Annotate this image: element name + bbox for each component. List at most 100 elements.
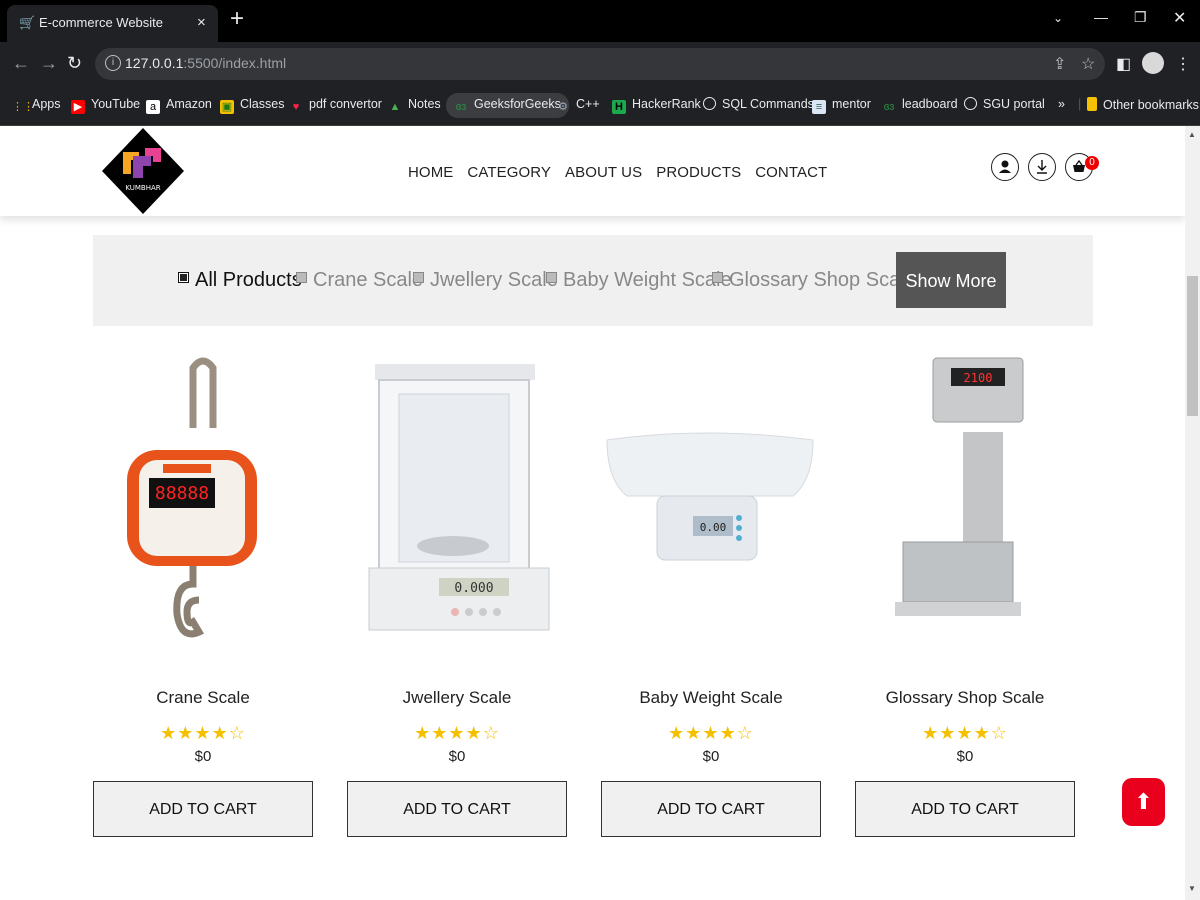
other-bookmarks[interactable]: Other bookmarks [1087,97,1199,112]
bookmark-youtube[interactable]: ▶ YouTube [71,97,140,114]
product-price: $0 [448,748,466,765]
gfg-icon: ɞɜ [455,101,467,113]
filter-all-products[interactable]: All Products [178,269,302,292]
cart-favicon-icon: 🛒 [19,15,36,30]
classes-icon: ▣ [220,100,234,114]
rating-stars: ★★★★☆ [922,723,1008,743]
site-info-icon[interactable]: i [105,55,121,71]
filter-jwellery-scale[interactable]: Jwellery Scale [413,269,558,292]
show-more-button[interactable]: Show More ↓ [896,252,1006,347]
tab-search-icon[interactable]: ⌄ [1053,11,1063,25]
bookmarks-divider: | [1078,97,1082,111]
forward-icon[interactable]: → [40,53,58,74]
pdf-icon: ♥ [292,101,300,113]
svg-text:0.00: 0.00 [700,521,727,534]
product-name: Glossary Shop Scale [885,688,1045,707]
bookmarks-bar: ⋮⋮Apps ▶ YouTube a Amazon ▣ Classes ♥ pdf co… [0,86,1200,126]
bookmark-pdf-convertor[interactable]: ♥ pdf convertor [289,97,382,114]
bookmark-star-icon[interactable]: ☆ [1081,54,1095,74]
filter-glossary-shop-scale[interactable]: Glossary Shop Scale [712,269,916,292]
download-icon [1037,160,1047,174]
product-name: Jwellery Scale [402,688,512,707]
nav-home[interactable]: HOME [408,164,453,181]
bookmark-hackerrank[interactable]: H HackerRank [612,97,701,114]
close-window-button[interactable]: ✕ [1173,8,1186,28]
checkbox-icon [413,272,424,283]
page-viewport: KUMBHAR HOME CATEGORY ABOUT US PRODUCTS … [0,126,1185,900]
hackerrank-icon: H [612,100,626,114]
scrollbar-track[interactable] [1185,126,1200,900]
bookmark-classes[interactable]: ▣ Classes [220,97,284,114]
side-panel-icon[interactable]: ◧ [1116,54,1131,74]
rating-stars: ★★★★☆ [414,723,500,743]
minimize-button[interactable]: — [1094,9,1108,25]
user-account-button[interactable] [991,153,1019,181]
add-to-cart-button[interactable]: ADD TO CART [601,781,821,837]
glossary-shop-scale-image[interactable]: 2100 [855,346,1075,666]
download-button[interactable] [1028,153,1056,181]
nav-contact[interactable]: CONTACT [755,164,827,181]
rating-stars: ★★★★☆ [668,723,754,743]
back-to-top-button[interactable]: ⬆ [1122,778,1165,826]
product-card: 0.000 Jwellery Scale ★★★★☆ $0 ADD TO CAR… [347,346,567,837]
gfg-icon: ɞɜ [883,101,895,113]
filter-crane-scale[interactable]: Crane Scale [296,269,423,292]
bookmark-sgu-portal[interactable]: SGU portal [964,97,1045,111]
bookmark-geeksforgeeks[interactable]: ɞɜ GeeksforGeeks [446,93,569,118]
kumbhar-logo[interactable]: KUMBHAR [101,126,185,216]
amazon-icon: a [146,100,160,114]
logo-text: KUMBHAR [125,184,160,192]
product-price: $0 [194,748,212,765]
scroll-up-arrow-icon[interactable]: ▲ [1188,130,1196,139]
bookmarks-overflow-button[interactable]: » [1058,97,1065,111]
scroll-down-arrow-icon[interactable]: ▼ [1188,884,1196,893]
bookmark-notes[interactable]: ▲ Notes [388,97,441,114]
globe-icon [964,97,977,110]
add-to-cart-button[interactable]: ADD TO CART [855,781,1075,837]
new-tab-button[interactable]: + [230,6,244,32]
checkbox-icon [296,272,307,283]
product-name: Baby Weight Scale [639,688,783,707]
profile-avatar[interactable] [1142,52,1164,74]
svg-text:88888: 88888 [155,483,209,504]
reload-icon[interactable]: ↻ [67,53,82,74]
checkbox-icon [178,272,189,283]
globe-icon [703,97,716,110]
folder-icon [1087,97,1097,111]
menu-kebab-icon[interactable]: ⋮ [1175,54,1191,74]
site-header: KUMBHAR HOME CATEGORY ABOUT US PRODUCTS … [0,126,1185,216]
close-tab-icon[interactable]: × [197,14,206,31]
scrollbar-thumb[interactable] [1187,276,1198,416]
nav-about-us[interactable]: ABOUT US [565,164,642,181]
bookmark-apps[interactable]: ⋮⋮Apps [12,97,61,114]
add-to-cart-button[interactable]: ADD TO CART [347,781,567,837]
omnibox[interactable]: i 127.0.0.1:5500/index.html ⇪ ☆ [95,48,1105,80]
add-to-cart-button[interactable]: ADD TO CART [93,781,313,837]
browser-titlebar: 🛒 E-commerce Website × + ⌄ — ❐ ✕ [0,0,1200,42]
nav-products[interactable]: PRODUCTS [656,164,741,181]
tab-title: E-commerce Website [39,15,164,30]
user-icon [999,160,1011,173]
crane-scale-image[interactable]: 88888 [93,346,313,666]
drive-icon: ▲ [389,101,401,113]
bookmark-amazon[interactable]: a Amazon [146,97,212,114]
restore-button[interactable]: ❐ [1134,9,1147,26]
bookmark-cpp[interactable]: ⚙ C++ [556,97,600,114]
url-text[interactable]: 127.0.0.1:5500/index.html [125,55,286,71]
bookmark-leadboard[interactable]: ɞɜ leadboard [882,97,958,114]
svg-text:2100: 2100 [964,371,993,385]
browser-tab[interactable]: 🛒 E-commerce Website × [7,5,218,42]
cpp-icon: ⚙ [558,101,568,113]
jwellery-scale-image[interactable]: 0.000 [347,346,567,666]
share-icon[interactable]: ⇪ [1053,54,1066,74]
product-price: $0 [702,748,720,765]
checkbox-icon [712,272,723,283]
back-icon[interactable]: ← [12,53,30,74]
baby-weight-scale-image[interactable]: 0.00 [601,346,821,666]
bookmark-sql-commands[interactable]: SQL Commands [703,97,814,111]
filter-baby-weight-scale[interactable]: Baby Weight Scale [546,269,732,292]
nav-category[interactable]: CATEGORY [467,164,551,181]
doc-icon: ≡ [812,100,826,114]
bookmark-mentor[interactable]: ≡ mentor [812,97,871,114]
youtube-icon: ▶ [71,100,85,114]
